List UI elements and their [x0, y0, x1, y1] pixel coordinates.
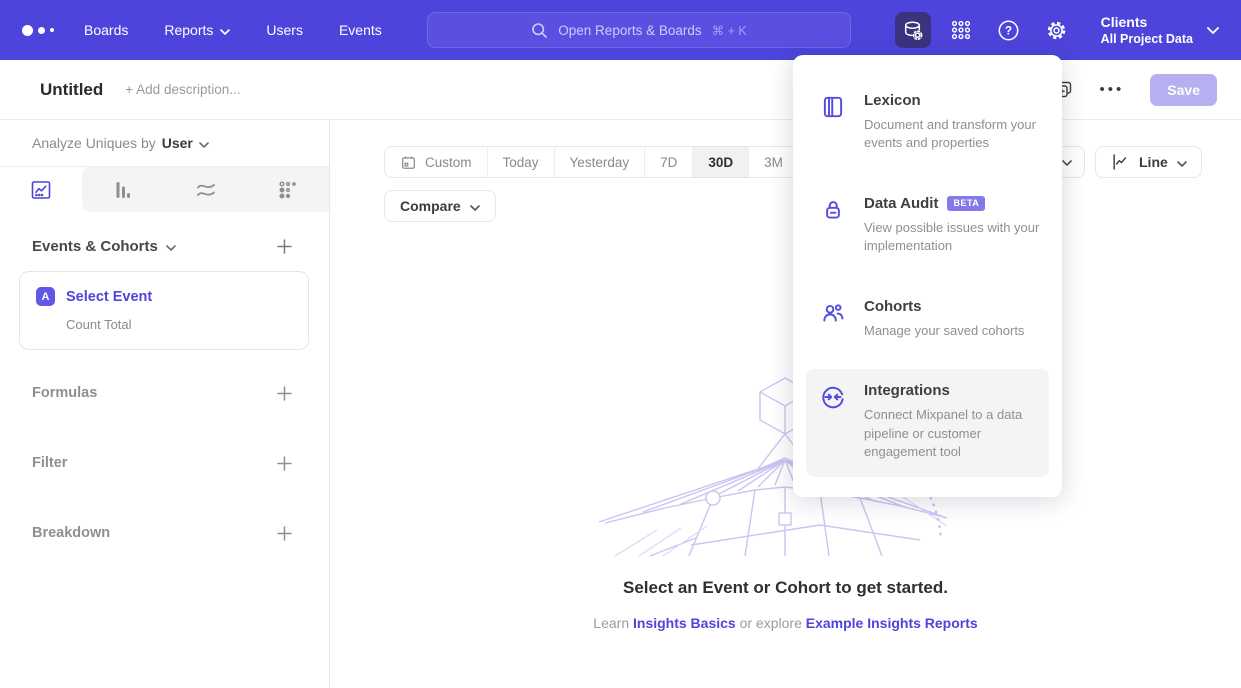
nav-item-events[interactable]: Events [339, 22, 382, 38]
menu-item-description: Document and transform your events and p… [864, 116, 1044, 153]
empty-state: Select an Event or Cohort to get started… [330, 578, 1241, 631]
date-range-30d[interactable]: 30D [693, 147, 749, 177]
date-range-custom[interactable]: Custom [385, 147, 488, 177]
tab-bar-chart[interactable] [82, 167, 164, 212]
tab-retention[interactable] [247, 167, 329, 212]
chevron-down-icon [1207, 21, 1219, 39]
search-placeholder: Open Reports & Boards [558, 23, 701, 38]
nav-item-reports[interactable]: Reports [164, 22, 230, 38]
menu-item-description: View possible issues with your implement… [864, 219, 1044, 256]
date-range-3m[interactable]: 3M [749, 147, 799, 177]
add-filter-button[interactable] [276, 455, 293, 472]
chevron-down-icon [166, 238, 176, 255]
primary-nav: Boards Reports Users Events [84, 22, 382, 38]
chevron-down-icon [220, 22, 230, 38]
help-question-icon: ? [997, 19, 1020, 42]
save-button[interactable]: Save [1150, 74, 1217, 106]
calendar-icon [400, 154, 417, 171]
chart-type-tabs [0, 166, 329, 212]
cohorts-people-icon [820, 298, 846, 340]
breakdown-section: Breakdown [0, 520, 329, 546]
topbar-right: ? Clients All Project Data [895, 0, 1219, 60]
example-reports-link[interactable]: Example Insights Reports [806, 615, 978, 631]
svg-text:?: ? [1005, 25, 1012, 37]
filter-section: Filter [0, 450, 329, 476]
menu-item-title: Lexicon [864, 92, 921, 109]
menu-item-title: Integrations [864, 382, 950, 399]
menu-item-title: Cohorts [864, 298, 922, 315]
menu-item-description: Manage your saved cohorts [864, 322, 1044, 340]
chevron-down-icon [470, 198, 480, 214]
add-formula-button[interactable] [276, 385, 293, 402]
menu-item-lexicon[interactable]: Lexicon Document and transform your even… [806, 79, 1049, 168]
date-range-today[interactable]: Today [488, 147, 555, 177]
menu-item-data-audit[interactable]: Data Audit BETA View possible issues wit… [806, 182, 1049, 271]
top-navbar: Boards Reports Users Events Open Reports… [0, 0, 1241, 60]
bar-chart-icon [111, 178, 135, 202]
project-switcher-title: Clients [1101, 13, 1193, 31]
apps-grid-icon [950, 19, 972, 41]
retention-dots-icon [276, 178, 300, 202]
events-cohorts-toggle[interactable]: Events & Cohorts [32, 238, 176, 255]
help-button[interactable]: ? [991, 12, 1027, 48]
nav-item-users[interactable]: Users [266, 22, 303, 38]
date-range-control: Custom Today Yesterday 7D 30D 3M 6M [384, 146, 849, 178]
compare-dropdown[interactable]: Compare [384, 190, 496, 222]
mixpanel-insights-app: Boards Reports Users Events Open Reports… [0, 0, 1241, 688]
date-range-7d[interactable]: 7D [645, 147, 693, 177]
add-description-field[interactable]: + Add description... [125, 82, 240, 97]
query-builder-sidebar: Analyze Uniques by User [0, 120, 330, 688]
data-management-menu: Lexicon Document and transform your even… [793, 55, 1062, 497]
data-management-button[interactable] [895, 12, 931, 48]
apps-grid-button[interactable] [943, 12, 979, 48]
settings-button[interactable] [1039, 12, 1075, 48]
project-switcher-subtitle: All Project Data [1101, 31, 1193, 47]
lexicon-book-icon [820, 92, 846, 153]
add-event-button[interactable] [276, 238, 293, 255]
report-canvas: Custom Today Yesterday 7D 30D 3M 6M Comp… [330, 120, 1241, 688]
empty-state-links: Learn Insights Basics or explore Example… [330, 615, 1241, 631]
select-event-label[interactable]: Select Event [66, 289, 152, 305]
global-search-input[interactable]: Open Reports & Boards ⌘ + K [427, 12, 851, 48]
data-audit-lock-icon [820, 195, 846, 256]
tab-flow[interactable] [165, 167, 247, 212]
menu-item-cohorts[interactable]: Cohorts Manage your saved cohorts [806, 285, 1049, 355]
formulas-section: Formulas [0, 380, 329, 406]
date-range-yesterday[interactable]: Yesterday [555, 147, 646, 177]
mixpanel-logo[interactable] [22, 25, 62, 36]
gear-icon [1045, 19, 1068, 42]
more-options-button[interactable]: ••• [1100, 81, 1125, 98]
nav-item-boards[interactable]: Boards [84, 22, 128, 38]
analyze-row: Analyze Uniques by User [0, 120, 329, 166]
insights-basics-link[interactable]: Insights Basics [633, 615, 736, 631]
chevron-down-icon [1177, 154, 1187, 170]
report-title[interactable]: Untitled [40, 80, 103, 100]
count-total-label[interactable]: Count Total [66, 317, 292, 332]
database-gear-icon [901, 19, 924, 42]
analyze-label: Analyze Uniques by [32, 135, 156, 151]
add-breakdown-button[interactable] [276, 525, 293, 542]
menu-item-integrations[interactable]: Integrations Connect Mixpanel to a data … [806, 369, 1049, 476]
header-actions: ••• Save [1053, 74, 1217, 106]
tab-insights[interactable] [0, 167, 82, 212]
event-letter-badge: A [36, 287, 55, 306]
menu-item-description: Connect Mixpanel to a data pipeline or c… [864, 406, 1044, 461]
event-card[interactable]: A Select Event Count Total [19, 271, 309, 350]
flow-stream-icon [194, 178, 218, 202]
events-cohorts-header: Events & Cohorts [0, 238, 329, 255]
analyze-uniques-by-dropdown[interactable]: User [162, 135, 209, 151]
menu-item-title: Data Audit [864, 195, 938, 212]
search-shortcut: ⌘ + K [712, 23, 747, 38]
integrations-arrows-icon [820, 382, 846, 461]
beta-badge: BETA [947, 196, 985, 211]
project-switcher[interactable]: Clients All Project Data [1101, 13, 1219, 47]
chart-type-dropdown[interactable]: Line [1095, 146, 1202, 178]
search-icon [531, 22, 548, 39]
chevron-down-icon [1062, 153, 1072, 171]
line-chart-icon [1110, 152, 1130, 172]
chevron-down-icon [199, 135, 209, 151]
empty-state-title: Select an Event or Cohort to get started… [330, 578, 1241, 598]
insights-chart-icon [29, 178, 53, 202]
